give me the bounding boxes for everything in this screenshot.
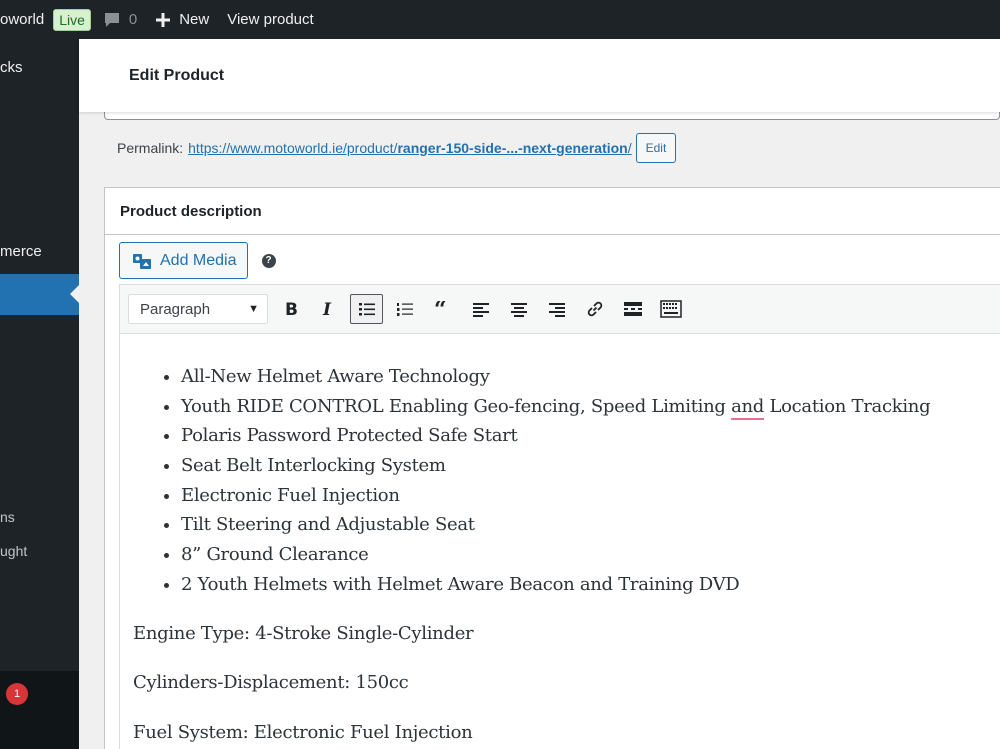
numbered-list-icon <box>396 303 413 316</box>
edit-permalink-button[interactable]: Edit <box>635 133 677 163</box>
new-label: New <box>179 11 210 28</box>
sidebar-item-blocks[interactable]: cks <box>0 59 23 76</box>
active-menu-arrow <box>70 285 79 303</box>
align-center-button[interactable] <box>502 294 535 324</box>
link-icon <box>587 301 602 317</box>
list-item: Polaris Password Protected Safe Start <box>181 421 1000 451</box>
site-name-link[interactable]: oworld <box>0 11 44 28</box>
list-item: Seat Belt Interlocking System <box>181 451 1000 481</box>
sidebar-item-products-active[interactable] <box>0 274 79 315</box>
comments-link[interactable]: 0 <box>103 11 137 29</box>
permalink-slug: ranger-150-side-...-next-generation <box>397 140 628 156</box>
italic-icon: I <box>322 301 332 317</box>
plus-icon <box>156 12 171 27</box>
paragraph-displacement: Cylinders-Displacement: 150cc <box>133 672 409 693</box>
svg-text:“: “ <box>434 301 447 317</box>
italic-button[interactable]: I <box>312 294 345 324</box>
edit-product-header: Edit Product <box>79 39 1000 112</box>
align-left-icon <box>472 303 489 317</box>
dropdown-caret-icon: ▼ <box>248 303 259 315</box>
comment-count: 0 <box>128 11 138 28</box>
help-icon[interactable]: ? <box>261 253 276 268</box>
bold-button[interactable]: B <box>274 294 307 324</box>
view-product-link[interactable]: View product <box>227 11 313 28</box>
paragraph-fuel-system: Fuel System: Electronic Fuel Injection <box>133 721 473 743</box>
sidebar-item-woocommerce[interactable]: merce <box>0 243 42 260</box>
comment-bubble-icon <box>104 12 119 27</box>
insert-link-button[interactable] <box>578 294 611 324</box>
admin-bar: oworld Live 0 New View product <box>0 0 1000 39</box>
svg-text:B: B <box>285 301 298 317</box>
sidebar-subitem-attributions[interactable]: ns <box>0 509 15 525</box>
svg-text:I: I <box>322 301 332 317</box>
features-list: All-New Helmet Aware Technology Youth RI… <box>181 362 1000 600</box>
align-right-icon <box>548 303 565 317</box>
blockquote-button[interactable]: “ <box>426 294 459 324</box>
bullet-list-button[interactable] <box>350 294 383 324</box>
add-media-button[interactable]: Add Media <box>119 242 248 279</box>
list-item: Tilt Steering and Adjustable Seat <box>181 510 1000 540</box>
numbered-list-button[interactable] <box>388 294 421 324</box>
toolbar-toggle-button[interactable] <box>654 294 687 324</box>
sidebar-subitem-bought[interactable]: ught <box>0 543 27 559</box>
editor-toolbar: Paragraph ▼ B I “ <box>120 285 1000 334</box>
paragraph-format-select[interactable]: Paragraph ▼ <box>128 294 268 324</box>
blockquote-icon: “ <box>434 301 447 317</box>
list-item: 2 Youth Helmets with Helmet Aware Beacon… <box>181 570 1000 600</box>
postbox-title: Product description <box>105 188 1000 235</box>
list-item: Electronic Fuel Injection <box>181 481 1000 511</box>
add-media-icon <box>133 253 151 269</box>
product-description-box: Product description Add Media ? Paragrap… <box>104 187 1000 749</box>
spellcheck-word: and <box>731 395 765 417</box>
permalink-row: Permalink: https://www.motoworld.ie/prod… <box>117 133 677 163</box>
bullet-list-icon <box>358 303 375 316</box>
update-count-badge: 1 <box>6 683 28 705</box>
list-item: All-New Helmet Aware Technology <box>181 362 1000 392</box>
page-title: Edit Product <box>129 66 225 84</box>
bold-icon: B <box>285 301 298 317</box>
permalink-label: Permalink: <box>117 140 184 156</box>
live-badge: Live <box>53 8 91 31</box>
new-content-link[interactable]: New <box>155 11 209 28</box>
format-select-value: Paragraph <box>140 300 211 318</box>
read-more-button[interactable] <box>616 294 649 324</box>
admin-sidebar: cks merce ns ught 1 <box>0 39 79 749</box>
paragraph-engine-type: Engine Type: 4-Stroke Single-Cylinder <box>133 622 474 644</box>
align-center-icon <box>510 303 527 317</box>
read-more-icon <box>623 302 642 316</box>
align-right-button[interactable] <box>540 294 573 324</box>
permalink-url[interactable]: https://www.motoworld.ie/product/ranger-… <box>188 140 631 156</box>
sidebar-bottom-section <box>0 671 79 749</box>
editor-content[interactable]: All-New Helmet Aware Technology Youth RI… <box>120 334 1000 749</box>
toolbar-toggle-icon <box>659 300 682 318</box>
align-left-button[interactable] <box>464 294 497 324</box>
list-item: Youth RIDE CONTROL Enabling Geo-fencing,… <box>181 392 1000 422</box>
media-buttons-row: Add Media ? <box>119 242 276 279</box>
content-editor[interactable]: Paragraph ▼ B I “ • All-New Helmet Aware… <box>119 284 1000 749</box>
add-media-label: Add Media <box>160 251 237 269</box>
list-item: 8” Ground Clearance <box>181 540 1000 570</box>
